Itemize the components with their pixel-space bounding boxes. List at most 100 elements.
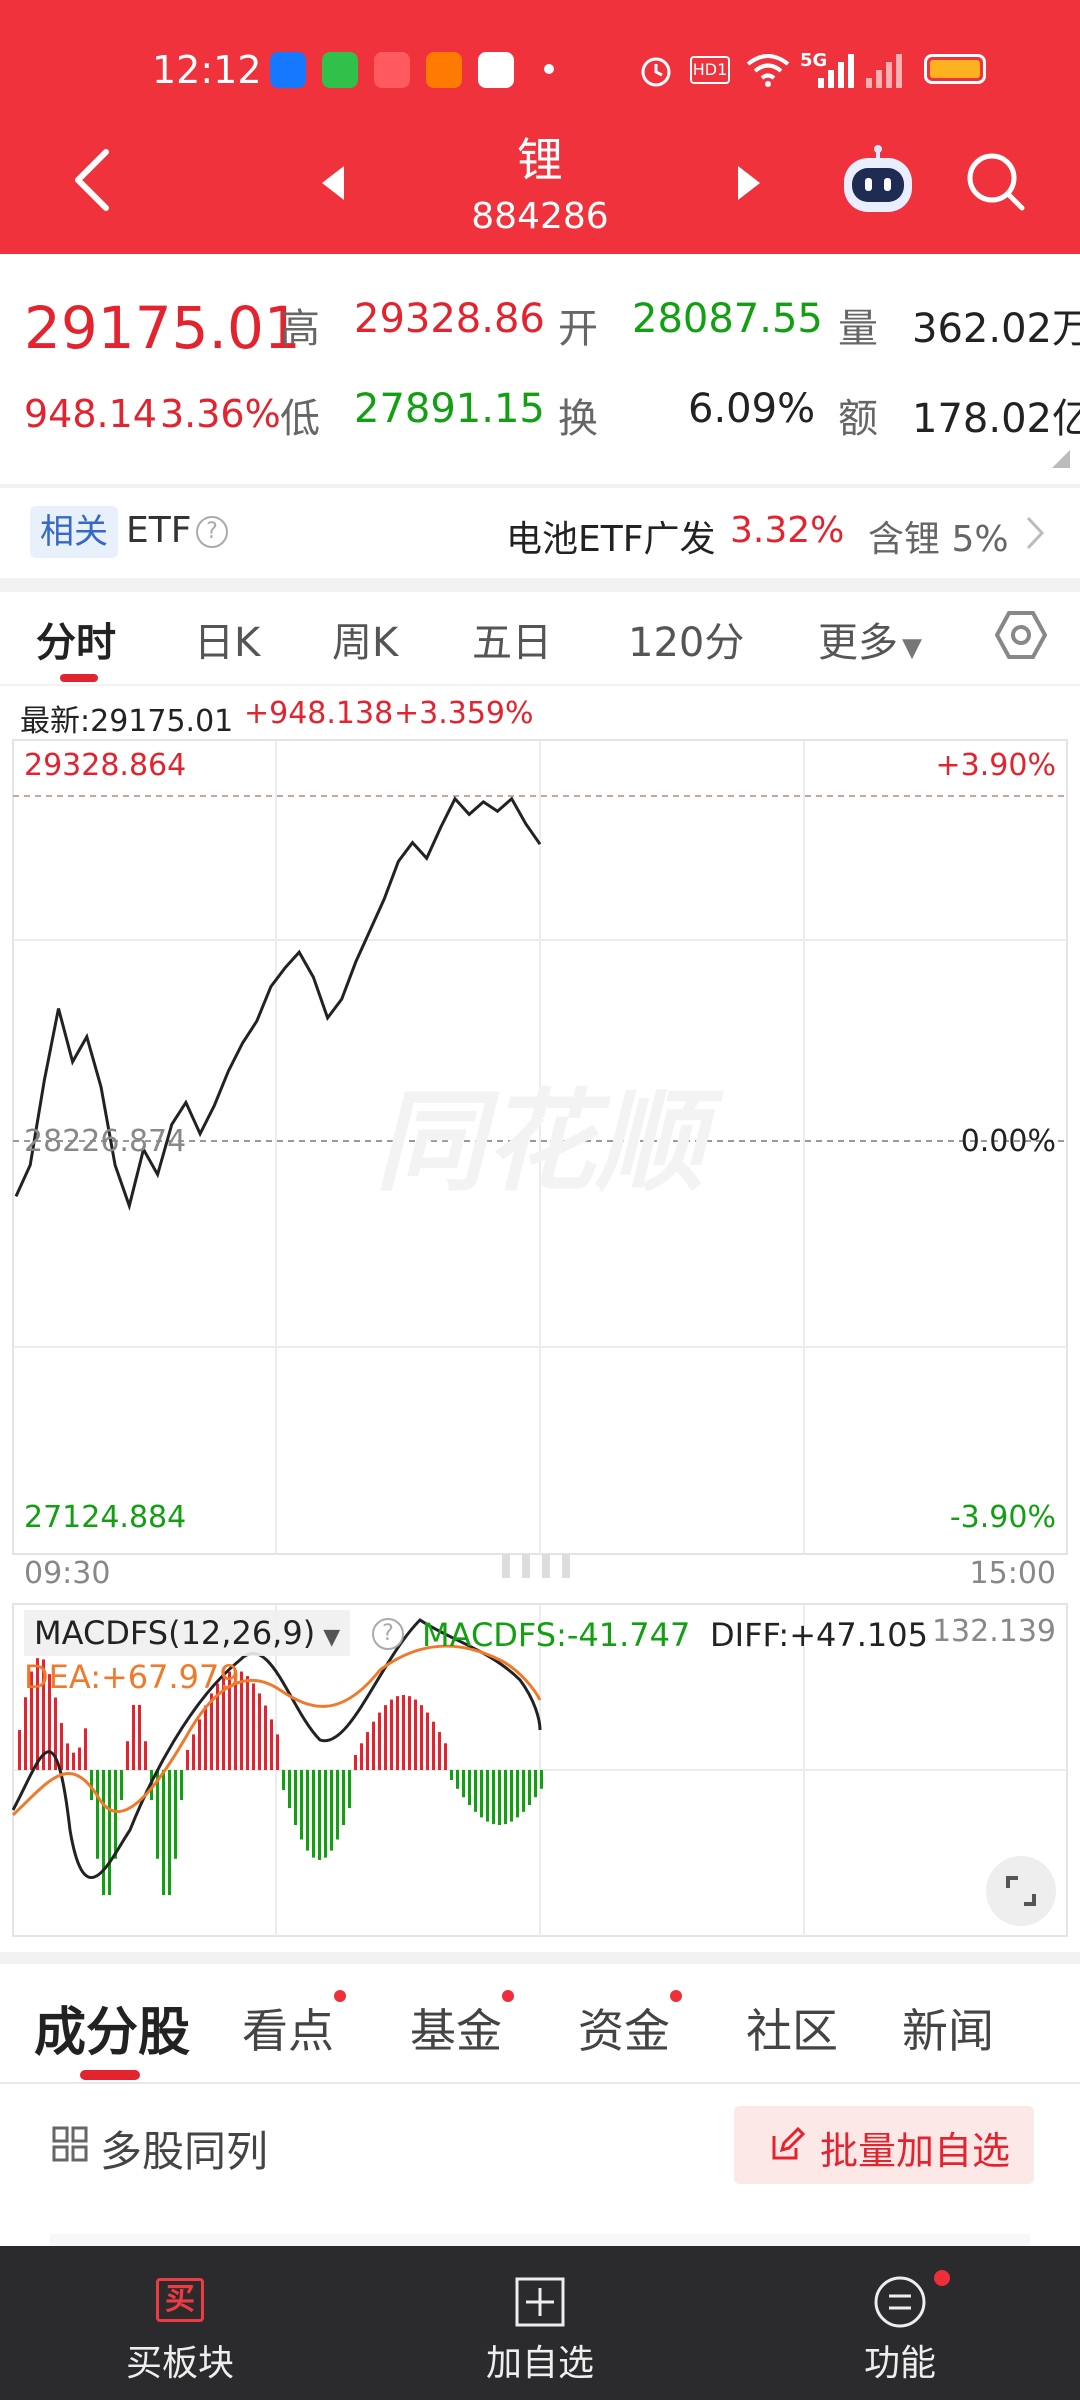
video-app-icon — [374, 52, 410, 88]
macd-bar — [204, 1705, 207, 1770]
etf-name[interactable]: 电池ETF广发 — [506, 510, 715, 562]
macd-bar — [282, 1770, 285, 1790]
page-title: 锂 — [517, 133, 563, 187]
macd-bar — [126, 1741, 129, 1770]
macd-bar — [342, 1770, 345, 1825]
tab-funds[interactable]: 基金 — [410, 1995, 502, 2061]
bottom-price-label: 27124.884 — [24, 1500, 187, 1535]
search-icon[interactable] — [964, 150, 1028, 214]
tabs-divider — [0, 2082, 1080, 2084]
chevron-right-icon[interactable] — [1024, 514, 1046, 552]
macd-bar — [390, 1699, 393, 1770]
macd-bar — [474, 1770, 477, 1812]
low-label: 低 — [280, 396, 320, 442]
macd-bar — [384, 1705, 387, 1770]
macd-bar — [438, 1732, 441, 1770]
buy-icon: 买 — [156, 2278, 204, 2322]
macd-bar — [294, 1770, 297, 1825]
macd-bar — [72, 1752, 75, 1770]
macd-bar — [426, 1712, 429, 1770]
shop-1688-icon — [426, 52, 462, 88]
macd-bar — [18, 1730, 21, 1770]
tab-weekly-k[interactable]: 周K — [332, 610, 398, 668]
macd-bar — [288, 1770, 291, 1809]
macd-bar — [420, 1705, 423, 1770]
functions-label: 功能 — [863, 2343, 936, 2384]
functions-badge-dot — [934, 2270, 950, 2286]
tab-more-label: 更多 — [818, 620, 898, 666]
macd-bar — [504, 1770, 507, 1825]
info-tab-indicator — [80, 2070, 140, 2080]
macd-bar — [174, 1770, 177, 1859]
macd-bar — [210, 1693, 213, 1770]
macd-bar — [516, 1770, 519, 1818]
add-watchlist-button[interactable]: 加自选 — [450, 2246, 630, 2400]
macd-help-icon[interactable]: ? — [372, 1618, 404, 1650]
divider — [0, 484, 1080, 488]
fullscreen-button[interactable] — [986, 1856, 1056, 1926]
home-app-icon — [478, 52, 514, 88]
tab-120-min[interactable]: 120分 — [628, 610, 744, 668]
macd-bar — [444, 1743, 447, 1770]
buy-sector-button[interactable]: 买 买板块 — [90, 2246, 270, 2400]
macd-bar — [378, 1712, 381, 1770]
help-icon[interactable]: ? — [196, 516, 228, 548]
hd-icon: HD1 — [690, 56, 730, 84]
high-value: 29328.86 — [354, 296, 545, 342]
macd-bar — [198, 1719, 201, 1770]
turnover-label: 换 — [558, 396, 598, 442]
macd-bar — [468, 1770, 471, 1806]
macd-bar — [348, 1770, 351, 1809]
latest-change: +948.138 — [244, 696, 394, 731]
expand-corner-icon[interactable] — [1052, 450, 1070, 468]
tab-highlights[interactable]: 看点 — [242, 1995, 334, 2061]
macd-bar — [276, 1734, 279, 1770]
macd-bar — [162, 1770, 165, 1896]
robot-assistant-icon[interactable] — [838, 144, 918, 216]
batch-add-button[interactable]: 批量加自选 — [734, 2106, 1034, 2184]
macd-bar — [414, 1699, 417, 1770]
macd-bar — [540, 1770, 543, 1789]
low-value: 27891.15 — [354, 386, 545, 432]
volume-label: 量 — [838, 306, 878, 352]
tab-more[interactable]: 更多 ▼ — [818, 610, 922, 668]
macd-bar — [144, 1741, 147, 1770]
macd-bar — [24, 1697, 27, 1770]
mid-pct-label: 0.00% — [960, 1124, 1056, 1159]
caret-down-icon: ▼ — [323, 1625, 341, 1650]
latest-change-pct: +3.359% — [394, 696, 534, 731]
tab-five-day[interactable]: 五日 — [472, 610, 552, 668]
multi-stock-view[interactable]: 多股同列 — [100, 2118, 268, 2179]
macd-bar — [408, 1696, 411, 1770]
intraday-chart[interactable]: 同花顺 — [0, 730, 1080, 1590]
price-change: 948.14 — [24, 392, 157, 436]
tab-daily-k[interactable]: 日K — [194, 610, 260, 668]
buy-sector-label: 买板块 — [125, 2343, 234, 2384]
macd-indicator-select[interactable]: MACDFS(12,26,9) ▼ — [24, 1610, 351, 1656]
amount-value: 178.02亿 — [912, 396, 1080, 442]
tab-news[interactable]: 新闻 — [902, 1995, 994, 2061]
macd-bar — [96, 1770, 99, 1859]
macd-bar — [522, 1770, 525, 1812]
bottom-pct-label: -3.90% — [949, 1500, 1056, 1535]
time-end-label: 15:00 — [969, 1556, 1056, 1591]
tab-intraday[interactable]: 分时 — [36, 610, 116, 668]
macd-bar — [462, 1770, 465, 1798]
macd-bar — [300, 1770, 303, 1840]
amount-label: 额 — [838, 396, 878, 442]
resize-handle-icon[interactable] — [492, 1550, 582, 1582]
open-value: 28087.55 — [632, 296, 823, 342]
fullscreen-icon — [1006, 1876, 1036, 1906]
price-change-pct: 3.36% — [160, 392, 281, 436]
tab-community[interactable]: 社区 — [746, 1995, 838, 2061]
settings-icon[interactable] — [994, 608, 1048, 662]
tab-constituents[interactable]: 成分股 — [34, 1990, 190, 2065]
macd-bar — [132, 1704, 135, 1770]
macd-bar — [270, 1719, 273, 1770]
macd-bar — [372, 1721, 375, 1770]
next-stock-icon[interactable] — [734, 164, 764, 202]
functions-button[interactable]: 功能 — [810, 2246, 990, 2400]
top-price-label: 29328.864 — [24, 748, 187, 783]
tab-capital[interactable]: 资金 — [578, 1995, 670, 2061]
macd-bar — [492, 1770, 495, 1825]
